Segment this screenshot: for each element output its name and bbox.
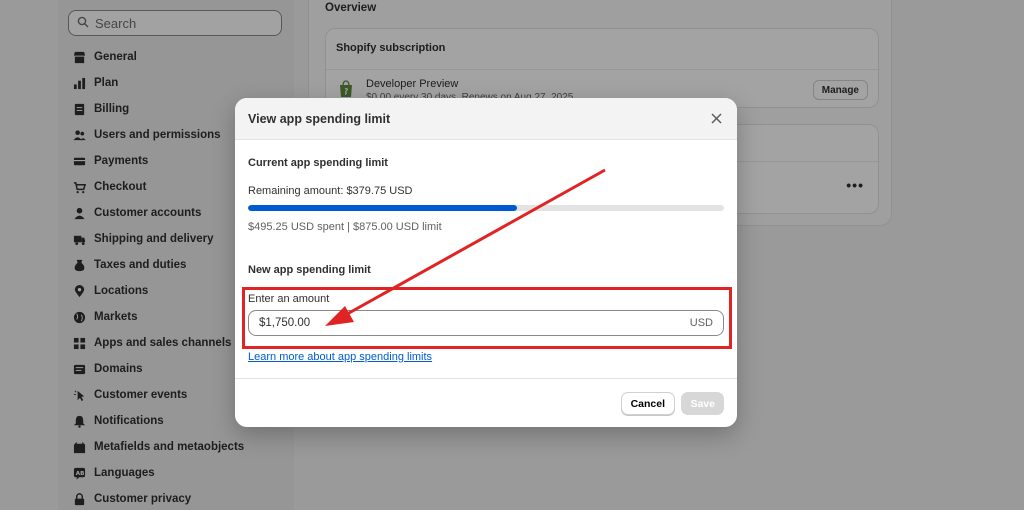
annotation-arrow-icon [325,168,606,326]
